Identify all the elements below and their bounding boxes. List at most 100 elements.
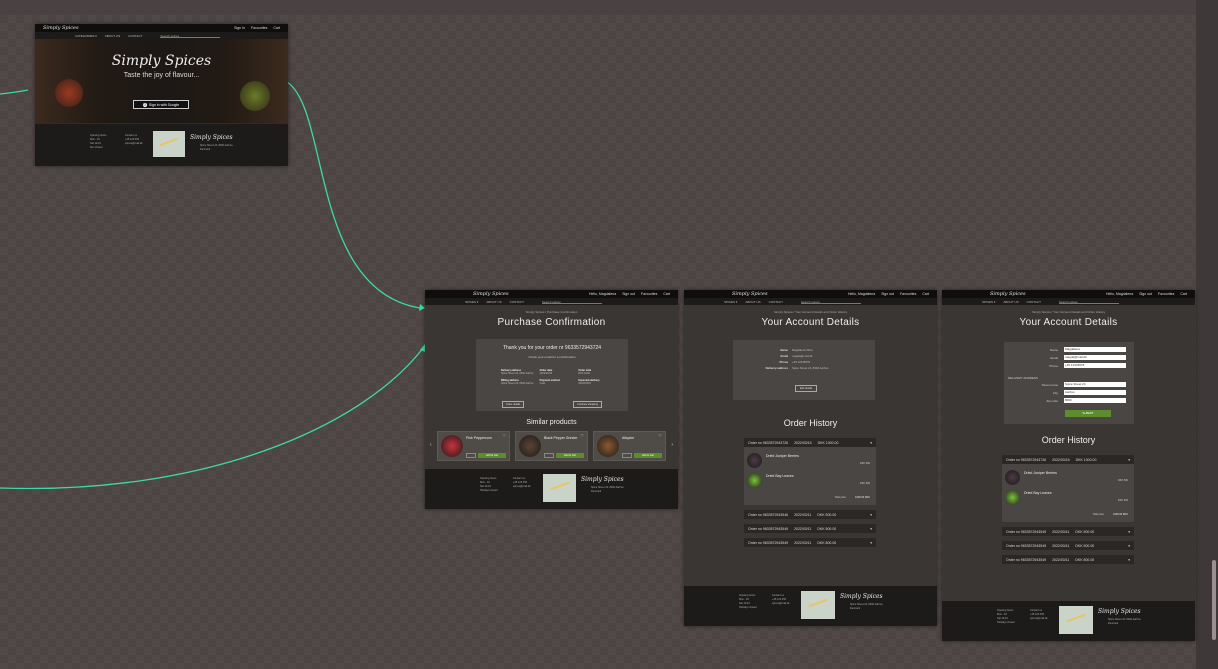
order-row[interactable]: Order no 9633572943549 2022/03/11 DKK 500.… bbox=[1002, 527, 1134, 536]
order-detail-item: Order date 2022/03/15 bbox=[540, 369, 573, 375]
chevron-down-icon[interactable]: ▾ bbox=[870, 441, 872, 445]
map-image[interactable] bbox=[153, 131, 185, 157]
footer-opening-hours: Opening hours Mon - Fri Sat 10-16 Holida… bbox=[480, 477, 498, 493]
chevron-down-icon[interactable]: ▾ bbox=[1128, 458, 1130, 462]
order-total: DKK 500.00 bbox=[817, 526, 837, 531]
search-input[interactable]: Search spices bbox=[800, 300, 861, 304]
quantity-stepper[interactable] bbox=[544, 453, 554, 458]
brand-logo[interactable]: Simply Spices bbox=[43, 25, 79, 31]
hello-user[interactable]: Hello, Magdalena bbox=[589, 292, 616, 296]
product-card[interactable]: Black Pepper Grinder ♡ Add to cart bbox=[515, 431, 588, 461]
frame-edit-account[interactable]: Simply Spices Hello, Magdalena Sign out … bbox=[942, 290, 1195, 641]
continue-shopping-button[interactable]: Continue shopping bbox=[573, 401, 602, 408]
scrollbar[interactable] bbox=[1212, 560, 1216, 640]
google-icon: G bbox=[142, 102, 147, 107]
chevron-down-icon[interactable]: ▾ bbox=[1128, 544, 1130, 548]
submit-button[interactable]: SUBMIT bbox=[1065, 410, 1111, 417]
text-input[interactable]: Spice Street 24 bbox=[1064, 382, 1126, 387]
map-image[interactable] bbox=[1059, 606, 1093, 634]
footer-brand: Simply Spices bbox=[190, 134, 233, 141]
chevron-down-icon[interactable]: ▾ bbox=[870, 527, 872, 531]
order-date: 2022/03/11 bbox=[1052, 557, 1070, 562]
hello-user[interactable]: Hello, Magdalena bbox=[1106, 292, 1133, 296]
map-image[interactable] bbox=[543, 474, 576, 502]
add-to-cart-button[interactable]: Add to cart bbox=[556, 453, 584, 458]
favourites-link[interactable]: Favourites bbox=[251, 26, 267, 30]
search-input[interactable]: Search spices bbox=[1058, 300, 1119, 304]
heart-icon[interactable]: ♡ bbox=[502, 433, 506, 438]
brand-logo[interactable]: Simply Spices bbox=[990, 291, 1026, 297]
nav-contact[interactable]: CONTACT bbox=[769, 300, 783, 304]
carousel-next-icon[interactable]: › bbox=[671, 442, 673, 448]
search-input[interactable]: Search spices bbox=[541, 300, 602, 304]
product-card[interactable]: Pink Peppercorn ♡ Add to cart bbox=[437, 431, 510, 461]
chevron-down-icon[interactable]: ▾ bbox=[870, 541, 872, 545]
chevron-down-icon[interactable]: ▾ bbox=[1128, 530, 1130, 534]
cart-link[interactable]: Cart bbox=[663, 292, 670, 296]
chevron-down-icon[interactable]: ▾ bbox=[870, 513, 872, 517]
quantity-stepper[interactable] bbox=[622, 453, 632, 458]
google-signin-button[interactable]: G Sign in with Google bbox=[133, 100, 189, 109]
footer-opening-hours: Opening hours Mon - Fri Sat 10-16 Holida… bbox=[997, 609, 1015, 625]
breadcrumb: Simply Spices / Purchase Confirmation bbox=[525, 310, 578, 314]
brand-logo[interactable]: Simply Spices bbox=[473, 291, 509, 297]
breadcrumb: Simply Spices / Your Account Details and… bbox=[1031, 310, 1106, 314]
heart-icon[interactable]: ♡ bbox=[658, 433, 662, 438]
product-name[interactable]: Allspice bbox=[622, 436, 634, 440]
favourites-link[interactable]: Favourites bbox=[900, 292, 916, 296]
cart-link[interactable]: Cart bbox=[922, 292, 929, 296]
edit-details-button[interactable]: Edit details bbox=[795, 385, 818, 392]
order-row[interactable]: Order no 9633572943549 2022/03/11 DKK 800.… bbox=[1002, 555, 1134, 564]
cart-link[interactable]: Cart bbox=[1180, 292, 1187, 296]
text-input[interactable]: +45 12345678 bbox=[1064, 363, 1126, 368]
sign-out-link[interactable]: Sign out bbox=[622, 292, 635, 296]
text-input[interactable]: Aarhus bbox=[1064, 390, 1126, 395]
nav-about[interactable]: ABOUT US bbox=[105, 34, 120, 38]
nav-contact[interactable]: CONTACT bbox=[128, 34, 142, 38]
product-card[interactable]: Allspice ♡ Add to cart bbox=[593, 431, 666, 461]
order-row[interactable]: Order no 9633572943726 2022/03/15 DKK 1000… bbox=[744, 438, 876, 447]
sign-out-link[interactable]: Sign out bbox=[881, 292, 894, 296]
text-input[interactable]: 8000 bbox=[1064, 398, 1126, 403]
nav-about[interactable]: ABOUT US bbox=[486, 300, 501, 304]
chevron-down-icon[interactable]: ▾ bbox=[1128, 558, 1130, 562]
favourites-link[interactable]: Favourites bbox=[1158, 292, 1174, 296]
order-row[interactable]: Order no 9633572943549 2022/03/11 DKK 500.… bbox=[744, 524, 876, 533]
email-text: spices@mail.dk bbox=[125, 142, 143, 145]
nav-spices[interactable]: SPICES ▾ bbox=[465, 300, 478, 304]
nav-contact[interactable]: CONTACT bbox=[510, 300, 524, 304]
text-input[interactable]: Magdalena bbox=[1064, 347, 1126, 352]
nav-spices[interactable]: SPICES ▾ bbox=[982, 300, 995, 304]
carousel-prev-icon[interactable]: ‹ bbox=[430, 442, 432, 448]
text-input[interactable]: magda@mail.dk bbox=[1064, 355, 1126, 360]
product-name[interactable]: Pink Peppercorn bbox=[466, 436, 492, 440]
map-image[interactable] bbox=[801, 591, 835, 619]
sign-in-link[interactable]: Sign In bbox=[234, 26, 245, 30]
search-input[interactable]: Search spices bbox=[160, 34, 221, 38]
product-name[interactable]: Black Pepper Grinder bbox=[544, 436, 577, 440]
nav-categories[interactable]: CATEGORIES ▾ bbox=[75, 34, 97, 38]
cart-link[interactable]: Cart bbox=[273, 26, 280, 30]
delivery-address-heading: DELIVERY ADDRESS bbox=[1008, 376, 1038, 380]
heart-icon[interactable]: ♡ bbox=[580, 433, 584, 438]
brand-logo[interactable]: Simply Spices bbox=[732, 291, 768, 297]
frame-purchase-confirmation[interactable]: Simply Spices Hello, Magdalena Sign out … bbox=[425, 290, 678, 509]
quantity-stepper[interactable] bbox=[466, 453, 476, 458]
add-to-cart-button[interactable]: Add to cart bbox=[634, 453, 662, 458]
nav-contact[interactable]: CONTACT bbox=[1027, 300, 1041, 304]
add-to-cart-button[interactable]: Add to cart bbox=[478, 453, 506, 458]
order-row[interactable]: Order no 9633572943549 2022/03/11 DKK 800.… bbox=[744, 538, 876, 547]
favourites-link[interactable]: Favourites bbox=[641, 292, 657, 296]
order-row[interactable]: Order no 9633572943726 2022/03/15 DKK 1000… bbox=[1002, 455, 1134, 464]
sign-out-link[interactable]: Sign out bbox=[1139, 292, 1152, 296]
nav-spices[interactable]: SPICES ▾ bbox=[724, 300, 737, 304]
nav-about[interactable]: ABOUT US bbox=[745, 300, 760, 304]
order-row[interactable]: Order no 9633572943549 2022/03/11 DKK 500.… bbox=[1002, 541, 1134, 550]
order-details-button[interactable]: Order details bbox=[502, 401, 525, 408]
frame-login[interactable]: Simply Spices Sign In Favourites Cart CA… bbox=[35, 24, 288, 166]
order-item-price: DKK 500 bbox=[859, 462, 870, 465]
nav-about[interactable]: ABOUT US bbox=[1003, 300, 1018, 304]
hello-user[interactable]: Hello, Magdalena bbox=[848, 292, 875, 296]
frame-account-details[interactable]: Simply Spices Hello, Magdalena Sign out … bbox=[684, 290, 937, 626]
order-row[interactable]: Order no 9633572943546 2022/03/11 DKK 500.… bbox=[744, 510, 876, 519]
